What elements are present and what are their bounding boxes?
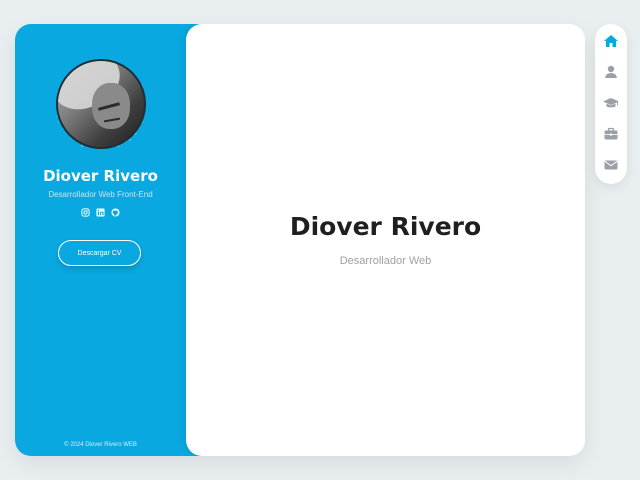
- hero-subtitle: Desarrollador Web: [339, 255, 432, 267]
- home-icon: [604, 35, 618, 47]
- briefcase-icon: [604, 127, 618, 140]
- social-links: [15, 208, 186, 217]
- profile-name: Diover Rivero: [43, 167, 158, 185]
- graduation-cap-icon: [603, 98, 619, 108]
- page: Diover Rivero Desarrollador Web Front-En…: [0, 0, 640, 480]
- envelope-icon: [604, 160, 618, 170]
- profile-sidebar: Diover Rivero Desarrollador Web Front-En…: [15, 24, 201, 456]
- nav-item-education[interactable]: [602, 94, 620, 112]
- nav-item-portfolio[interactable]: [602, 125, 620, 143]
- github-icon[interactable]: [111, 208, 120, 217]
- profile-role: Desarrollador Web Front-End: [48, 190, 153, 199]
- nav-item-home[interactable]: [602, 32, 620, 50]
- avatar: [56, 59, 146, 149]
- linkedin-icon[interactable]: [96, 208, 105, 217]
- copyright-text: © 2024 Diover Rivero WEB: [64, 442, 137, 448]
- side-nav: [595, 24, 627, 184]
- instagram-icon[interactable]: [81, 208, 90, 217]
- nav-item-about[interactable]: [602, 63, 620, 81]
- nav-item-contact[interactable]: [602, 156, 620, 174]
- user-icon: [605, 65, 617, 78]
- hero-title: Diover Rivero: [289, 212, 482, 241]
- download-cv-button[interactable]: Descargar CV: [58, 240, 141, 266]
- main-card: Diover Rivero Desarrollador Web Front-En…: [15, 24, 585, 456]
